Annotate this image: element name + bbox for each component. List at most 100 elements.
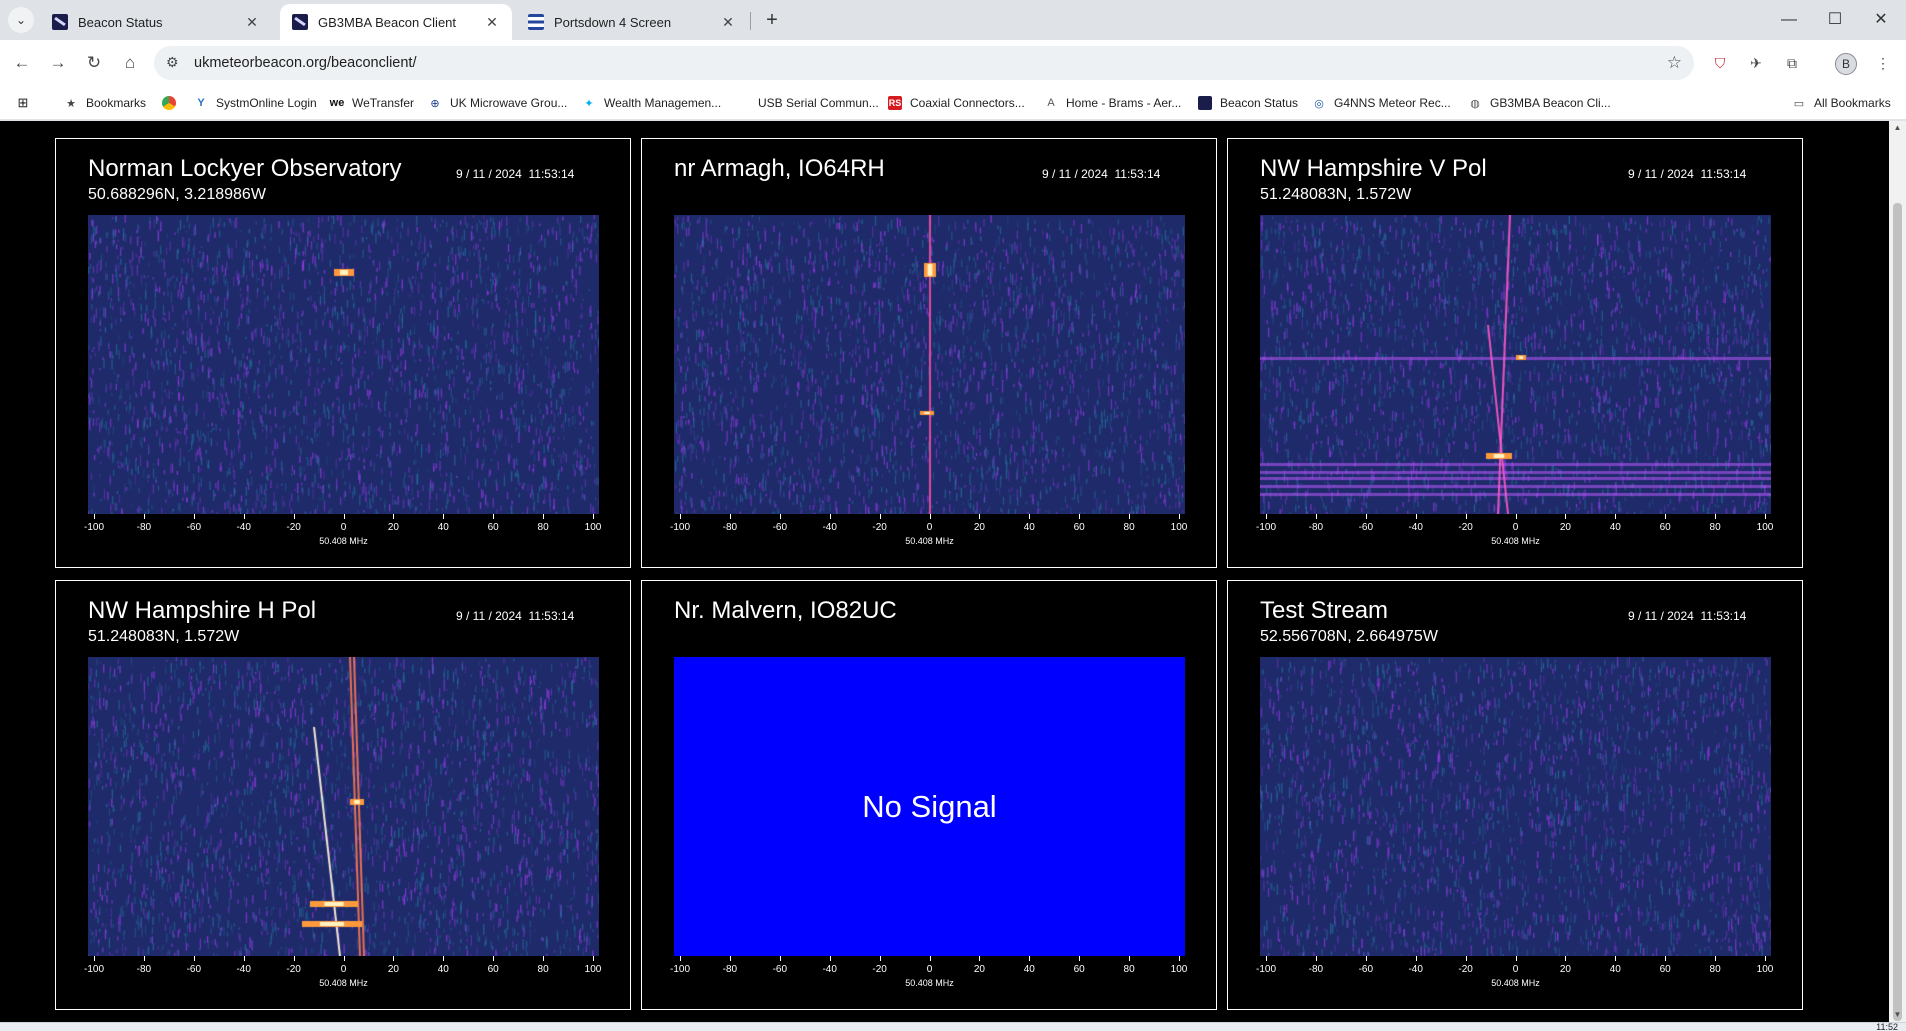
profile-avatar[interactable]: B <box>1835 53 1857 75</box>
close-icon[interactable]: ✕ <box>244 14 260 31</box>
axis-tick-label: -20 <box>286 964 301 975</box>
close-window-button[interactable]: ✕ <box>1858 0 1904 40</box>
axis-tick <box>193 956 195 961</box>
tab-separator <box>750 12 751 30</box>
tab-beacon-status[interactable]: Beacon Status ✕ <box>40 4 272 40</box>
axis-tick-label: 40 <box>1609 964 1621 975</box>
bookmark-item[interactable]: ⊕ UK Microwave Grou... <box>428 86 567 120</box>
axis-tick-label: -20 <box>872 964 887 975</box>
axis-tick-label: -40 <box>822 964 837 975</box>
site-info-icon[interactable]: ⚙ <box>166 54 179 71</box>
maximize-button[interactable]: ☐ <box>1812 0 1858 40</box>
panel-test-stream: Test Stream 52.556708N, 2.664975W 9 / 11… <box>1227 580 1803 1010</box>
bookmark-item[interactable]: A Home - Brams - Aer... <box>1044 86 1181 120</box>
systmone-icon: Y <box>197 97 205 109</box>
axis-tick-label: 100 <box>1756 964 1774 975</box>
axis-tick <box>829 956 831 961</box>
axis-tick <box>593 956 594 961</box>
panel-title: NW Hampshire H Pol <box>88 597 317 624</box>
menu-kebab-icon[interactable]: ⋮ <box>1872 52 1894 74</box>
axis-tick-label: 80 <box>1709 964 1721 975</box>
close-icon[interactable]: ✕ <box>720 14 736 31</box>
axis-tick <box>1615 956 1617 961</box>
bookmark-star-icon[interactable]: ☆ <box>1667 46 1682 80</box>
axis-tick-label: 80 <box>537 522 549 533</box>
axis-tick <box>1765 514 1766 519</box>
axis-tick-label: -100 <box>83 522 105 533</box>
tab-gb3mba-beacon-client[interactable]: GB3MBA Beacon Client ✕ <box>280 4 512 40</box>
minimize-icon: — <box>1781 11 1797 28</box>
axis-tick-label: 100 <box>1756 522 1774 533</box>
axis-tick-label: -60 <box>186 522 202 533</box>
bookmark-item[interactable]: Y SystmOnline Login <box>194 86 316 120</box>
bookmark-item[interactable]: ★ Bookmarks <box>64 86 146 120</box>
waterfall-display <box>1260 657 1771 956</box>
bookmark-item[interactable]: Beacon Status <box>1198 86 1298 120</box>
frequency-axis: -100 -80 -60 -40 -20 0 20 40 60 80 100 50.408 MHz <box>1256 514 1774 554</box>
extension-bird-icon[interactable]: ✈ <box>1745 52 1767 74</box>
axis-tick <box>729 956 731 961</box>
panel-date: 9 / 11 / 2024 11:53:14 <box>1628 609 1747 623</box>
panel-date: 9 / 11 / 2024 11:53:14 <box>456 609 575 623</box>
taskbar: 11:52 <box>0 1022 1906 1031</box>
scroll-down-icon[interactable]: ▼ <box>1889 1008 1906 1022</box>
scroll-up-icon[interactable]: ▲ <box>1889 121 1906 135</box>
new-tab-button[interactable]: + <box>758 6 786 34</box>
axis-tick-label: -60 <box>1358 522 1374 533</box>
bookmark-item[interactable]: ✦ Wealth Managemen... <box>582 86 721 120</box>
extension-shield-icon[interactable]: ⛉ <box>1709 52 1731 74</box>
axis-tick-label: -100 <box>669 522 691 533</box>
taskbar-clock: 11:52 <box>1876 1022 1898 1031</box>
bookmark-item[interactable]: ◍ GB3MBA Beacon Cli... <box>1468 86 1611 120</box>
bookmark-item[interactable]: RS Coaxial Connectors... <box>888 86 1025 120</box>
axis-tick-label: -100 <box>83 964 105 975</box>
minimize-button[interactable]: — <box>1766 0 1812 40</box>
page-scrollbar[interactable]: ▲ ▼ <box>1889 121 1906 1022</box>
apps-button[interactable]: ⊞ <box>16 86 38 120</box>
axis-frequency-label: 50.408 MHz <box>319 536 368 546</box>
bookmark-item[interactable] <box>162 86 184 120</box>
extensions-puzzle-icon[interactable]: ⧉ <box>1781 52 1803 74</box>
chevron-down-icon: ⌄ <box>15 13 27 27</box>
scrollbar-thumb[interactable] <box>1893 203 1902 1021</box>
axis-tick-label: 20 <box>973 964 985 975</box>
axis-tick-label: -80 <box>1308 964 1324 975</box>
reload-button[interactable]: ↻ <box>80 49 108 77</box>
bookmark-item[interactable]: ◎ G4NNS Meteor Rec... <box>1312 86 1451 120</box>
axis-tick-label: 20 <box>973 522 985 533</box>
axis-tick-label: 0 <box>926 964 933 975</box>
home-button[interactable]: ⌂ <box>116 49 144 77</box>
axis-tick <box>1029 514 1031 519</box>
microwave-icon: ⊕ <box>430 97 440 110</box>
panel-malvern: Nr. Malvern, IO82UC No Signal -100 -80 -60… <box>641 580 1217 1010</box>
tab-strip: ⌄ Beacon Status ✕ GB3MBA Beacon Client ✕… <box>0 0 1906 40</box>
axis-tick <box>1266 514 1267 519</box>
back-button[interactable]: ← <box>8 49 36 77</box>
arrow-right-icon: → <box>49 53 67 72</box>
axis-tick-label: -20 <box>872 522 887 533</box>
axis-tick <box>493 956 495 961</box>
axis-tick-label: 60 <box>1073 964 1085 975</box>
chrome-icon <box>162 96 176 110</box>
bookmark-item[interactable]: USB Serial Commun... <box>758 86 879 120</box>
axis-tick <box>1465 514 1467 519</box>
frequency-axis: -100 -80 -60 -40 -20 0 20 40 60 80 100 50.408 MHz <box>84 956 601 996</box>
tab-portsdown-4-screen[interactable]: Portsdown 4 Screen ✕ <box>516 4 748 40</box>
axis-tick <box>443 514 445 519</box>
axis-frequency-label: 50.408 MHz <box>905 978 954 988</box>
axis-tick-label: 20 <box>1559 964 1571 975</box>
axis-tick-label: 40 <box>437 522 449 533</box>
axis-tick <box>779 956 781 961</box>
url-text[interactable]: ukmeteorbeacon.org/beaconclient/ <box>194 46 416 80</box>
address-bar[interactable]: ⚙ ukmeteorbeacon.org/beaconclient/ ☆ <box>154 46 1694 80</box>
close-icon[interactable]: ✕ <box>484 14 500 31</box>
axis-tick-label: -80 <box>722 522 738 533</box>
forward-button[interactable]: → <box>44 49 72 77</box>
axis-tick <box>493 514 495 519</box>
panel-title: nr Armagh, IO64RH <box>674 155 885 182</box>
axis-tick <box>1315 956 1317 961</box>
panel-nw-hampshire-h: NW Hampshire H Pol 51.248083N, 1.572W 9 … <box>55 580 631 1010</box>
tab-search-button[interactable]: ⌄ <box>8 7 34 33</box>
all-bookmarks[interactable]: ▭ All Bookmarks <box>1792 86 1891 120</box>
bookmark-item[interactable]: we WeTransfer <box>330 86 414 120</box>
